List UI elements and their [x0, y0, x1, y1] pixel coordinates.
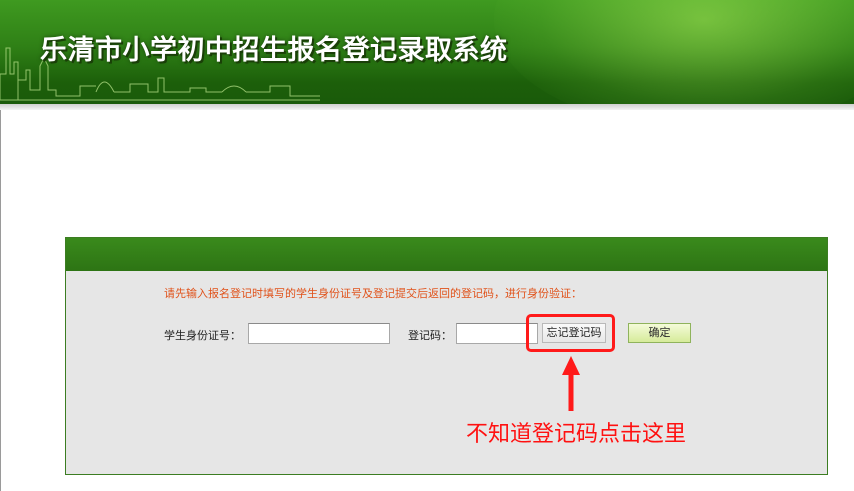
banner-glow	[494, 0, 854, 104]
page-title: 乐清市小学初中招生报名登记录取系统	[40, 35, 508, 66]
banner-divider	[0, 104, 854, 110]
left-border-line	[0, 110, 1, 491]
forgot-code-hint: 不知道登记码点击这里	[466, 422, 687, 447]
student-id-label: 学生身份证号：	[164, 329, 241, 342]
header-banner: 乐清市小学初中招生报名登记录取系统	[0, 0, 854, 104]
student-id-input[interactable]	[248, 323, 390, 344]
confirm-button[interactable]: 确定	[628, 323, 691, 343]
forgot-code-button[interactable]: 忘记登记码	[542, 323, 606, 343]
panel-header-bar	[66, 238, 827, 271]
verification-panel: 请先输入报名登记时填写的学生身份证号及登记提交后返回的登记码，进行身份验证： 学…	[65, 237, 828, 475]
instruction-text: 请先输入报名登记时填写的学生身份证号及登记提交后返回的登记码，进行身份验证：	[164, 287, 582, 300]
page: 乐清市小学初中招生报名登记录取系统 请先输入报名登记时填写的学生身份证号及登记提…	[0, 0, 854, 491]
arrow-up-icon	[562, 356, 580, 411]
forgot-code-highlight: 忘记登记码	[526, 314, 615, 352]
registration-code-label: 登记码：	[408, 329, 452, 342]
